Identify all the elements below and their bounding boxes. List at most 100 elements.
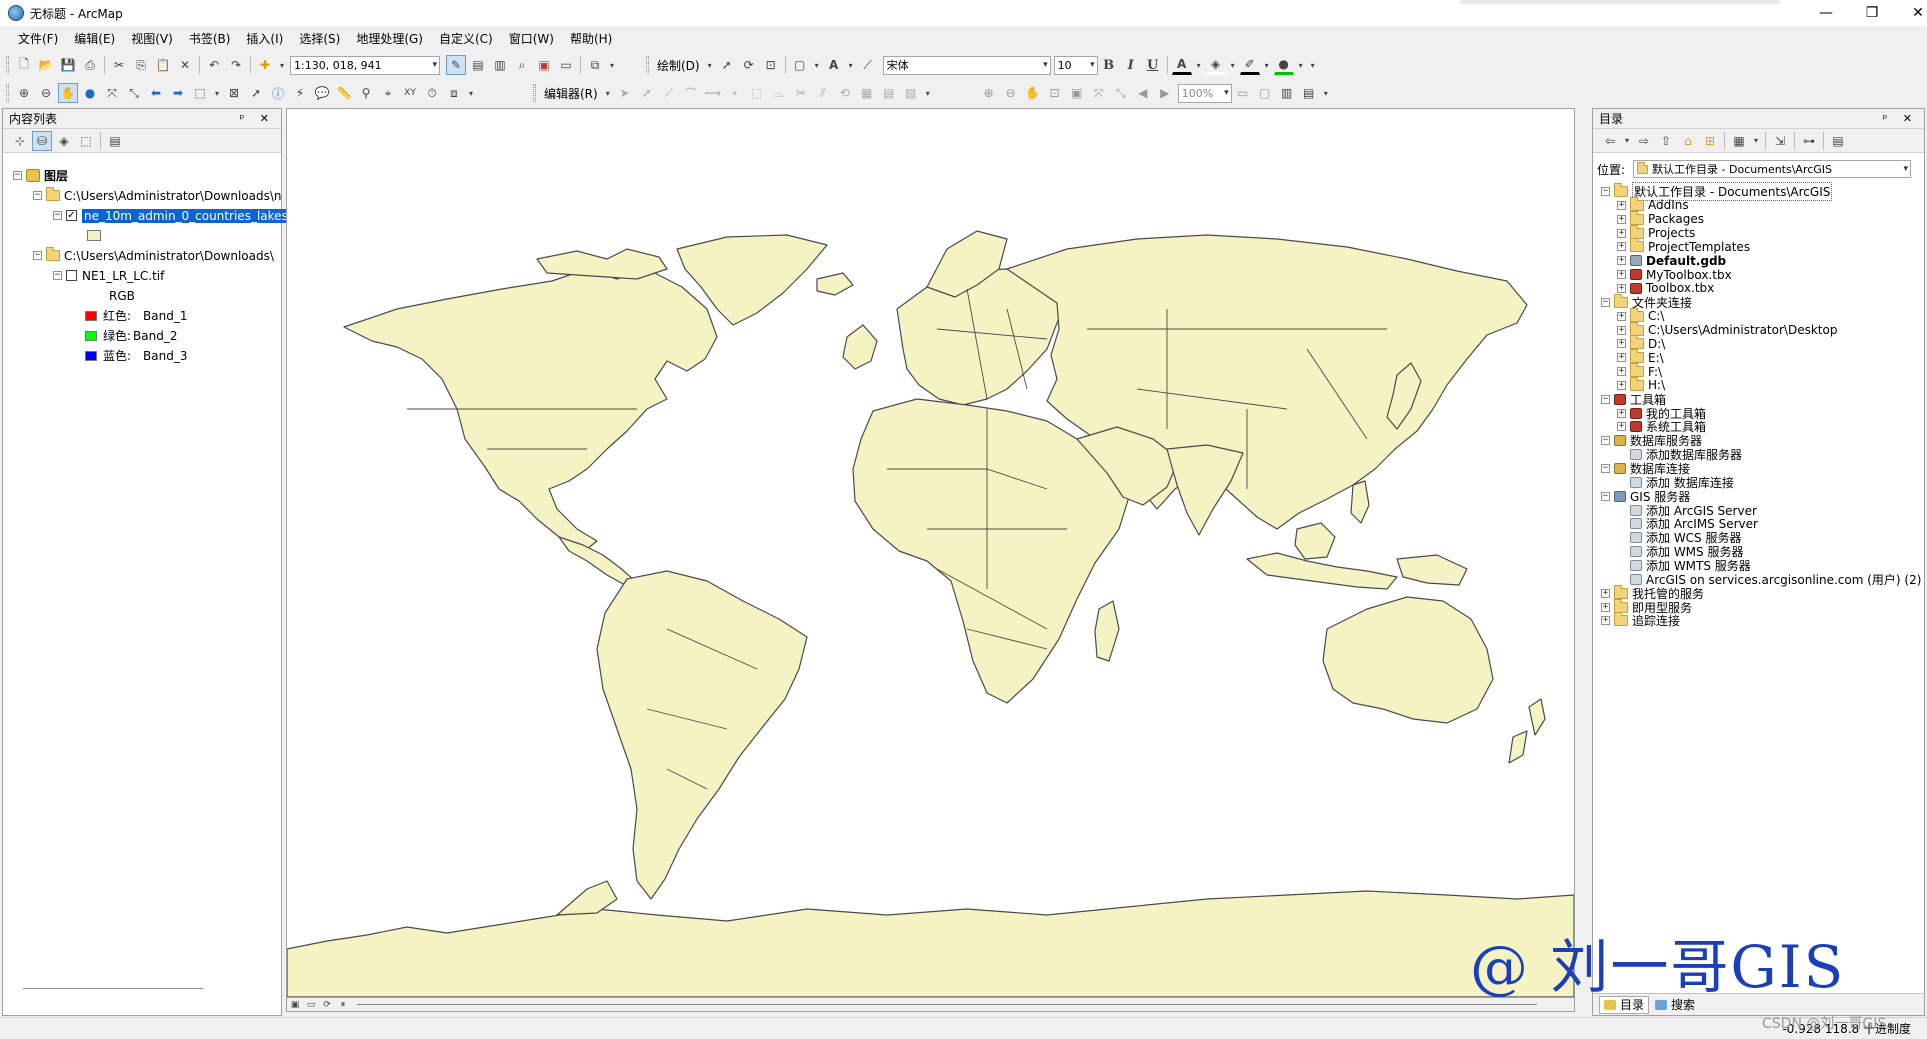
menu-selection[interactable]: 选择(S) — [291, 28, 348, 50]
search-window-icon[interactable]: ⌕ — [512, 55, 532, 75]
text-icon[interactable]: A — [824, 55, 844, 75]
data-driven-pages-icon[interactable]: ▤ — [1299, 83, 1319, 103]
collapse-icon[interactable]: − — [1601, 464, 1610, 473]
end-point-arc-icon[interactable]: ⌒ — [681, 83, 701, 103]
menu-windows[interactable]: 窗口(W) — [501, 28, 562, 50]
select-features-icon[interactable]: ⬚ — [190, 83, 210, 103]
forward-icon[interactable]: ⇨ — [1634, 131, 1654, 151]
collapse-icon[interactable]: − — [13, 171, 22, 180]
toc-layer-countries-label[interactable]: ne_10m_admin_0_countries_lakes — [82, 208, 290, 223]
modelbuilder-icon[interactable]: ⧉ — [585, 55, 605, 75]
toc-band-blue[interactable]: 蓝色: Band_3 — [85, 347, 188, 364]
save-icon[interactable]: 💾 — [58, 55, 78, 75]
map-display[interactable] — [286, 108, 1575, 998]
menu-insert[interactable]: 插入(I) — [238, 28, 291, 50]
rectangle-icon[interactable]: ▢ — [790, 55, 810, 75]
edit-vertices-tool-icon[interactable]: ⬚ — [747, 83, 767, 103]
catalog-pin-close[interactable]: ᵖ ✕ — [1883, 112, 1918, 125]
rectangle-dropdown-icon[interactable]: ▾ — [812, 55, 822, 75]
go-back-icon[interactable]: ⬅ — [146, 83, 166, 103]
edit-annotation-icon[interactable]: ➚ — [637, 83, 657, 103]
zoom-to-selected-elements-icon[interactable]: ⊡ — [761, 55, 781, 75]
add-data-icon[interactable]: ✚ — [255, 55, 275, 75]
collapse-icon[interactable]: − — [53, 271, 62, 280]
split-icon[interactable]: ⫽ — [813, 83, 833, 103]
menu-customize[interactable]: 自定义(C) — [431, 28, 501, 50]
toc-layer-countries-symbol[interactable] — [87, 227, 107, 244]
fixed-zoom-in-icon[interactable]: ⤧ — [102, 83, 122, 103]
html-popup-icon[interactable]: 💬 — [312, 83, 332, 103]
table-of-contents-icon[interactable]: ▤ — [468, 55, 488, 75]
measure-icon[interactable]: 📏 — [334, 83, 354, 103]
select-features-dropdown-icon[interactable]: ▾ — [212, 83, 222, 103]
toolbar-overflow-icon[interactable]: ▾ — [607, 55, 617, 75]
list-by-selection-icon[interactable]: ⬚ — [76, 131, 96, 151]
minimize-button[interactable]: — — [1803, 0, 1849, 26]
expand-icon[interactable]: + — [1617, 256, 1626, 266]
edit-tool-icon[interactable]: ➤ — [615, 83, 635, 103]
editor-dropdown-icon[interactable]: ▾ — [603, 83, 613, 103]
collapse-icon[interactable]: − — [1601, 187, 1610, 196]
rotate-tool-icon[interactable]: ⟲ — [835, 83, 855, 103]
expand-icon[interactable]: + — [1617, 422, 1626, 432]
zoom-percent-combo[interactable]: 100% ▾ — [1177, 83, 1232, 103]
time-slider-icon[interactable]: ⏱ — [422, 83, 442, 103]
catalog-window-icon[interactable]: ▥ — [490, 55, 510, 75]
close-button[interactable]: ✕ — [1895, 0, 1927, 26]
expand-icon[interactable]: + — [1617, 367, 1626, 377]
back-dropdown-icon[interactable]: ▾ — [1622, 131, 1632, 151]
green-band-swatch[interactable] — [85, 330, 97, 341]
catalog-options-icon[interactable]: ▤ — [1828, 131, 1848, 151]
toc-pin-close[interactable]: ᵖ ✕ — [240, 112, 275, 125]
list-by-visibility-icon[interactable]: ◈ — [54, 131, 74, 151]
undo-icon[interactable]: ↶ — [204, 55, 224, 75]
layer-visibility-checkbox[interactable]: ✓ — [66, 210, 77, 221]
toc-band-green[interactable]: 绿色: Band_2 — [85, 327, 178, 344]
pan-icon[interactable]: ✋ — [58, 83, 78, 103]
font-color-dropdown-icon[interactable]: ▾ — [1194, 55, 1204, 75]
views-icon[interactable]: ▦ — [1729, 131, 1749, 151]
toolbar-overflow-icon[interactable]: ▾ — [923, 83, 933, 103]
paste-icon[interactable]: 📋 — [153, 55, 173, 75]
editor-toolbar-icon[interactable]: ✎ — [446, 55, 466, 75]
previous-extent-icon[interactable]: ◀ — [1133, 83, 1153, 103]
expand-icon[interactable]: + — [1617, 311, 1626, 321]
toolbar-overflow-icon[interactable]: ▾ — [466, 83, 476, 103]
expand-icon[interactable]: + — [1617, 270, 1626, 280]
clear-selection-icon[interactable]: ⊠ — [224, 83, 244, 103]
toggle-contents-panel-icon[interactable]: ⇲ — [1770, 131, 1790, 151]
menu-view[interactable]: 视图(V) — [123, 28, 181, 50]
find-icon[interactable]: ⚲ — [356, 83, 376, 103]
views-dropdown-icon[interactable]: ▾ — [1751, 131, 1761, 151]
data-view-icon[interactable]: ▣ — [288, 999, 302, 1011]
catalog-tree-icon[interactable]: ⊶ — [1799, 131, 1819, 151]
expand-icon[interactable]: + — [1617, 214, 1626, 224]
connect-folder-icon[interactable]: ⊞ — [1700, 131, 1720, 151]
marker-color-dropdown-icon[interactable]: ▾ — [1296, 55, 1306, 75]
expand-icon[interactable]: + — [1601, 588, 1610, 598]
straight-segment-icon[interactable]: ⟋ — [659, 83, 679, 103]
expand-icon[interactable]: + — [1617, 325, 1626, 335]
expand-icon[interactable]: + — [1617, 339, 1626, 349]
expand-icon[interactable]: + — [1617, 242, 1626, 252]
expand-icon[interactable]: + — [1617, 408, 1626, 418]
catalog-item[interactable]: + 追踪连接 — [1601, 612, 1680, 629]
expand-icon[interactable]: + — [1617, 228, 1626, 238]
select-elements-icon[interactable]: ➚ — [717, 55, 737, 75]
toolbar-handle[interactable] — [6, 56, 9, 74]
trace-icon[interactable]: ⟿ — [703, 83, 723, 103]
underline-button[interactable]: U — [1143, 55, 1163, 75]
layout-zoom-in-icon[interactable]: ⊕ — [979, 83, 999, 103]
fill-color-icon[interactable]: ◈ — [1205, 55, 1226, 75]
expand-icon[interactable]: + — [1601, 602, 1610, 612]
toolbar-handle[interactable] — [646, 56, 649, 74]
draw-menu[interactable]: 绘制(D) — [653, 57, 704, 74]
layer-visibility-checkbox[interactable] — [66, 270, 77, 281]
sketch-properties-icon[interactable]: ▤ — [879, 83, 899, 103]
fixed-zoom-in-layout-icon[interactable]: ⤧ — [1089, 83, 1109, 103]
toc-layer-raster[interactable]: − NE1_LR_LC.tif — [53, 267, 164, 284]
toc-group-1[interactable]: − C:\Users\Administrator\Downloads\n — [33, 187, 282, 204]
toc-group-2[interactable]: − C:\Users\Administrator\Downloads\ — [33, 247, 274, 264]
zoom-in-icon[interactable]: ⊕ — [14, 83, 34, 103]
font-name-combo[interactable]: 宋体 ▾ — [882, 55, 1051, 75]
